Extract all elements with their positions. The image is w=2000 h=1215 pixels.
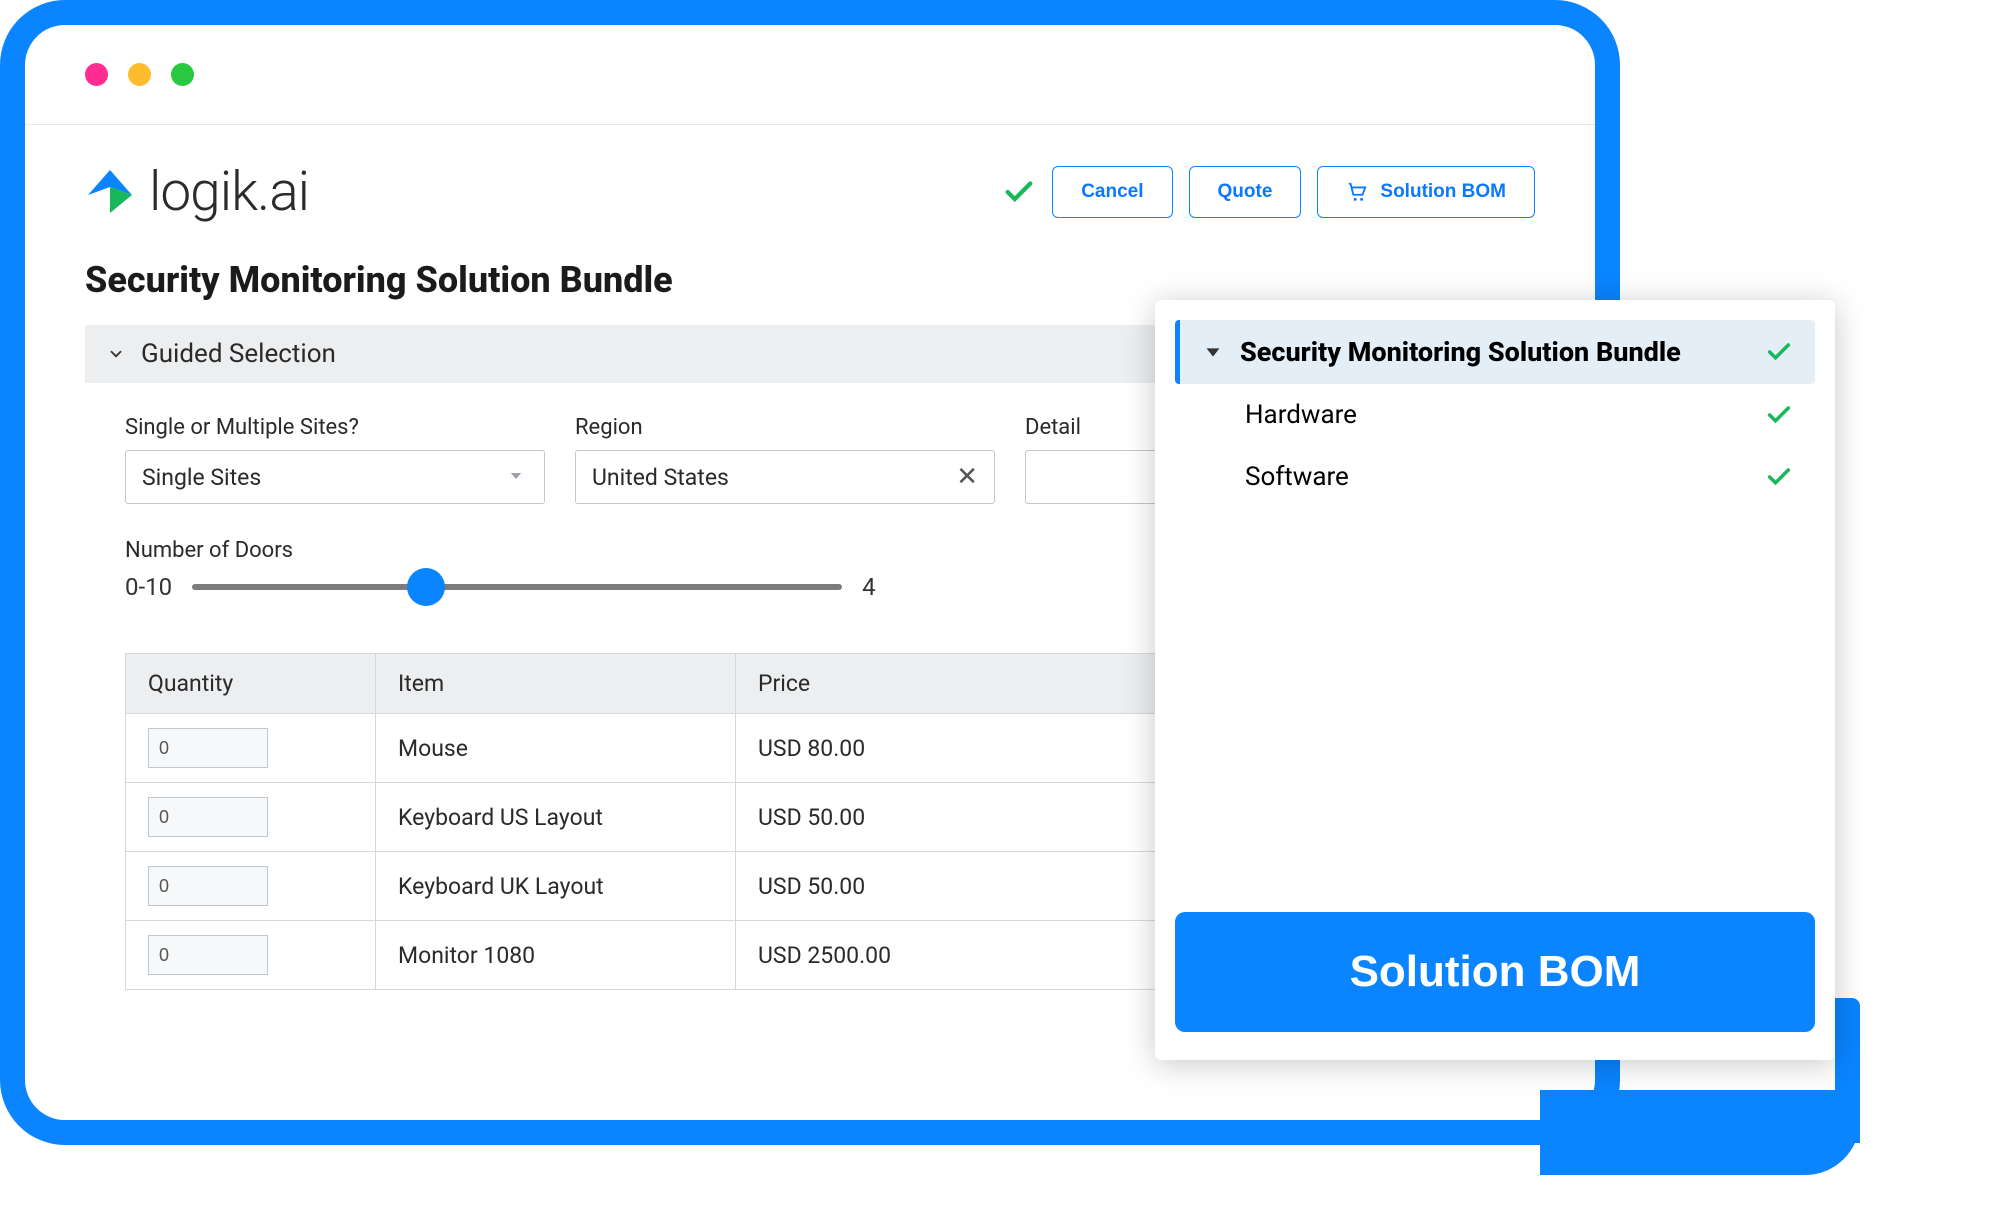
frame-decoration [1835, 998, 1860, 1143]
window-maximize-icon[interactable] [171, 63, 194, 86]
panel-item-label: Hardware [1245, 400, 1357, 430]
item-cell: Keyboard UK Layout [376, 852, 736, 921]
checkmark-icon [1765, 401, 1793, 429]
solution-bom-cta-button[interactable]: Solution BOM [1175, 912, 1815, 1032]
region-label: Region [575, 415, 995, 440]
solution-bom-label: Solution BOM [1380, 181, 1506, 203]
solution-bom-cta-label: Solution BOM [1350, 947, 1641, 996]
region-select[interactable]: United States ✕ [575, 450, 995, 504]
solution-panel: Security Monitoring Solution Bundle Hard… [1155, 300, 1835, 1060]
panel-bundle-row[interactable]: Security Monitoring Solution Bundle [1175, 320, 1815, 384]
slider-thumb[interactable] [407, 568, 445, 606]
cart-icon [1346, 181, 1368, 203]
logo-text: logik.ai [149, 160, 309, 224]
region-value: United States [592, 464, 729, 491]
doors-range: 0-10 [125, 573, 172, 601]
sites-field: Single or Multiple Sites? Single Sites [125, 415, 545, 504]
quantity-input[interactable] [148, 728, 268, 768]
quantity-input[interactable] [148, 866, 268, 906]
logo-icon [85, 167, 135, 217]
window-titlebar [25, 25, 1595, 125]
triangle-down-icon [1202, 341, 1224, 363]
header-actions: Cancel Quote Solution BOM [1002, 166, 1535, 218]
clear-icon[interactable]: ✕ [956, 462, 978, 492]
col-item: Item [376, 654, 736, 714]
panel-bundle-title: Security Monitoring Solution Bundle [1240, 336, 1681, 368]
checkmark-icon [1002, 175, 1036, 209]
col-quantity: Quantity [126, 654, 376, 714]
caret-down-icon [504, 464, 528, 491]
sites-value: Single Sites [142, 464, 261, 491]
frame-decoration [1540, 1090, 1860, 1175]
solution-bom-button[interactable]: Solution BOM [1317, 166, 1535, 218]
sites-select[interactable]: Single Sites [125, 450, 545, 504]
panel-item-row[interactable]: Hardware [1175, 384, 1815, 446]
app-header: logik.ai Cancel Quote Solution BOM [25, 125, 1595, 249]
quote-button[interactable]: Quote [1189, 166, 1302, 218]
panel-item-label: Software [1245, 462, 1349, 492]
sites-label: Single or Multiple Sites? [125, 415, 545, 440]
quantity-input[interactable] [148, 797, 268, 837]
item-cell: Mouse [376, 714, 736, 783]
logo: logik.ai [85, 160, 309, 224]
item-cell: Keyboard US Layout [376, 783, 736, 852]
region-field: Region United States ✕ [575, 415, 995, 504]
panel-item-row[interactable]: Software [1175, 446, 1815, 508]
checkmark-icon [1765, 463, 1793, 491]
doors-slider[interactable] [192, 584, 842, 590]
quantity-input[interactable] [148, 935, 268, 975]
window-close-icon[interactable] [85, 63, 108, 86]
page-title: Security Monitoring Solution Bundle [85, 259, 1535, 301]
cancel-button[interactable]: Cancel [1052, 166, 1172, 218]
chevron-down-icon [107, 345, 125, 363]
window-minimize-icon[interactable] [128, 63, 151, 86]
checkmark-icon [1765, 338, 1793, 366]
item-cell: Monitor 1080 [376, 921, 736, 990]
cancel-label: Cancel [1081, 181, 1143, 203]
quote-label: Quote [1218, 181, 1273, 203]
doors-value: 4 [862, 573, 876, 601]
guided-selection-title: Guided Selection [141, 339, 336, 369]
